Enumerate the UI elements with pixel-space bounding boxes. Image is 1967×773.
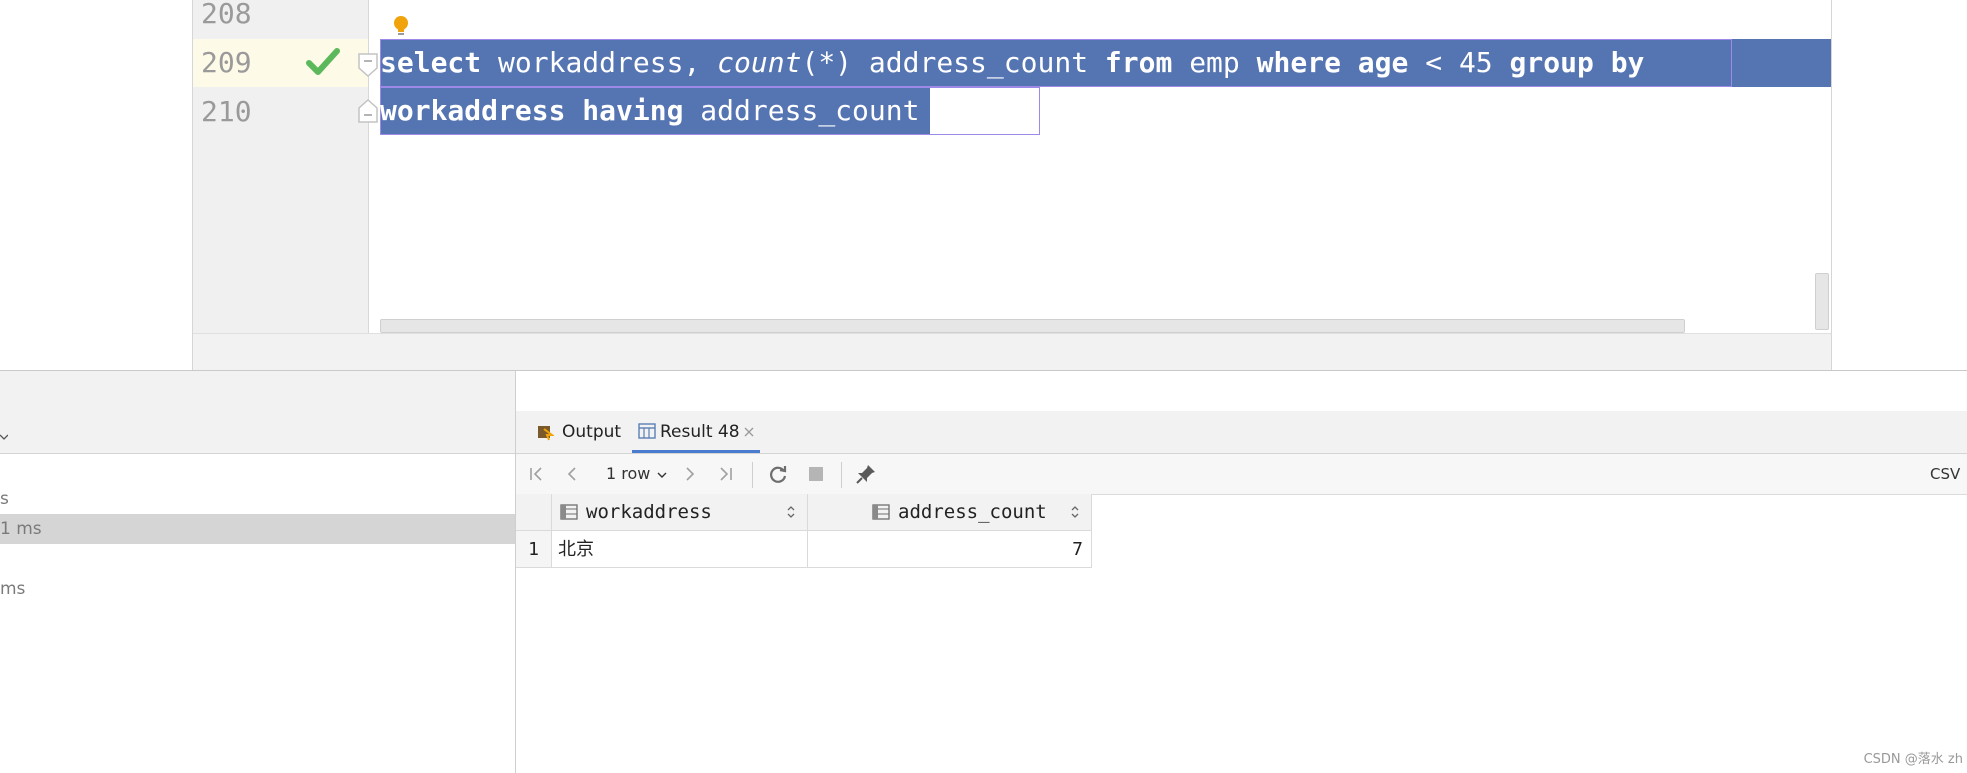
editor-footer bbox=[193, 333, 1831, 371]
refresh-icon[interactable] bbox=[766, 462, 790, 486]
keyword: from bbox=[1104, 46, 1173, 79]
export-format-dropdown[interactable]: CSV bbox=[1930, 454, 1960, 494]
sort-icon[interactable] bbox=[786, 505, 796, 519]
fold-end-icon[interactable] bbox=[357, 98, 379, 124]
tab-result-label: Result 48 bbox=[660, 422, 740, 442]
tab-output-label: Output bbox=[562, 422, 622, 442]
horizontal-scrollbar[interactable] bbox=[380, 319, 1685, 333]
left-margin bbox=[0, 0, 192, 370]
line-number: 209 bbox=[201, 46, 252, 79]
table-column-icon bbox=[872, 504, 890, 520]
column-header-label: workaddress bbox=[586, 501, 712, 523]
cell-workaddress[interactable]: 北京 bbox=[552, 531, 808, 568]
output-icon bbox=[538, 426, 554, 441]
services-panel: s 1 ms ms bbox=[0, 371, 516, 773]
code-text: < 45 bbox=[1408, 46, 1510, 79]
result-tabs: Output Result 48 bbox=[516, 411, 1967, 454]
line-number: 210 bbox=[201, 95, 252, 128]
row-count-label: 1 row bbox=[606, 464, 651, 483]
toolbar-separator bbox=[752, 462, 753, 488]
code-line-209[interactable]: select workaddress, count(*) address_cou… bbox=[380, 39, 1644, 87]
row-number-header bbox=[516, 494, 552, 531]
function-name: count bbox=[717, 46, 802, 79]
table-column-icon bbox=[560, 504, 578, 520]
result-toolbar: 1 row CSV bbox=[516, 454, 1967, 495]
pin-icon[interactable] bbox=[854, 462, 878, 486]
row-count-dropdown[interactable]: 1 row bbox=[606, 454, 667, 494]
toolbar-separator bbox=[841, 462, 842, 488]
code-text: (*) address_count bbox=[801, 46, 1105, 79]
sql-editor[interactable]: 208 209 210 select workaddress, count(*)… bbox=[192, 0, 1832, 371]
row-number: 1 bbox=[516, 531, 552, 568]
check-icon[interactable] bbox=[305, 42, 341, 82]
fold-collapse-icon[interactable] bbox=[357, 52, 379, 78]
vertical-scrollbar[interactable] bbox=[1815, 273, 1829, 330]
session-item[interactable]: s bbox=[0, 484, 9, 514]
line-number: 208 bbox=[201, 0, 252, 30]
keyword: where bbox=[1256, 46, 1341, 79]
column-header-workaddress[interactable]: workaddress bbox=[552, 494, 808, 531]
lightbulb-icon[interactable] bbox=[392, 14, 410, 38]
first-page-icon[interactable] bbox=[524, 462, 548, 486]
chevron-down-icon[interactable] bbox=[0, 433, 8, 441]
editor-gutter: 208 209 210 bbox=[193, 0, 378, 333]
column-name: age bbox=[1357, 46, 1409, 79]
next-page-icon[interactable] bbox=[678, 462, 702, 486]
code-line-210[interactable]: workaddress having address_count >= 3; bbox=[380, 87, 1021, 135]
tab-output[interactable]: Output bbox=[536, 411, 626, 453]
chevron-down-icon bbox=[657, 472, 667, 478]
keyword: group bbox=[1509, 46, 1594, 79]
close-icon[interactable] bbox=[744, 427, 754, 437]
keyword: select bbox=[380, 46, 482, 79]
last-page-icon[interactable] bbox=[714, 462, 738, 486]
column-header-label: address_count bbox=[898, 501, 1047, 523]
keyword: having bbox=[582, 94, 684, 127]
column-name: workaddress bbox=[380, 94, 566, 127]
session-item[interactable]: ms bbox=[0, 574, 25, 604]
column-header-address-count[interactable]: address_count bbox=[808, 494, 1092, 531]
tab-result-48[interactable]: Result 48 bbox=[632, 411, 760, 453]
semicolon: ; bbox=[1003, 94, 1021, 127]
results-pane: s 1 ms ms Output Result 48 1 row CSV wor… bbox=[0, 370, 1967, 773]
prev-page-icon[interactable] bbox=[560, 462, 584, 486]
keyword: by bbox=[1610, 46, 1645, 79]
table-icon bbox=[638, 423, 656, 439]
services-header bbox=[0, 371, 515, 454]
session-item-selected[interactable]: 1 ms bbox=[0, 514, 515, 544]
code-text: address_count >= 3 bbox=[683, 94, 1004, 127]
code-text: emp bbox=[1172, 46, 1257, 79]
code-text: workaddress, bbox=[481, 46, 718, 79]
watermark: CSDN @落水 zh bbox=[1863, 752, 1963, 767]
stop-icon[interactable] bbox=[804, 462, 828, 486]
sort-icon[interactable] bbox=[1070, 505, 1080, 519]
cell-address-count[interactable]: 7 bbox=[808, 531, 1092, 568]
